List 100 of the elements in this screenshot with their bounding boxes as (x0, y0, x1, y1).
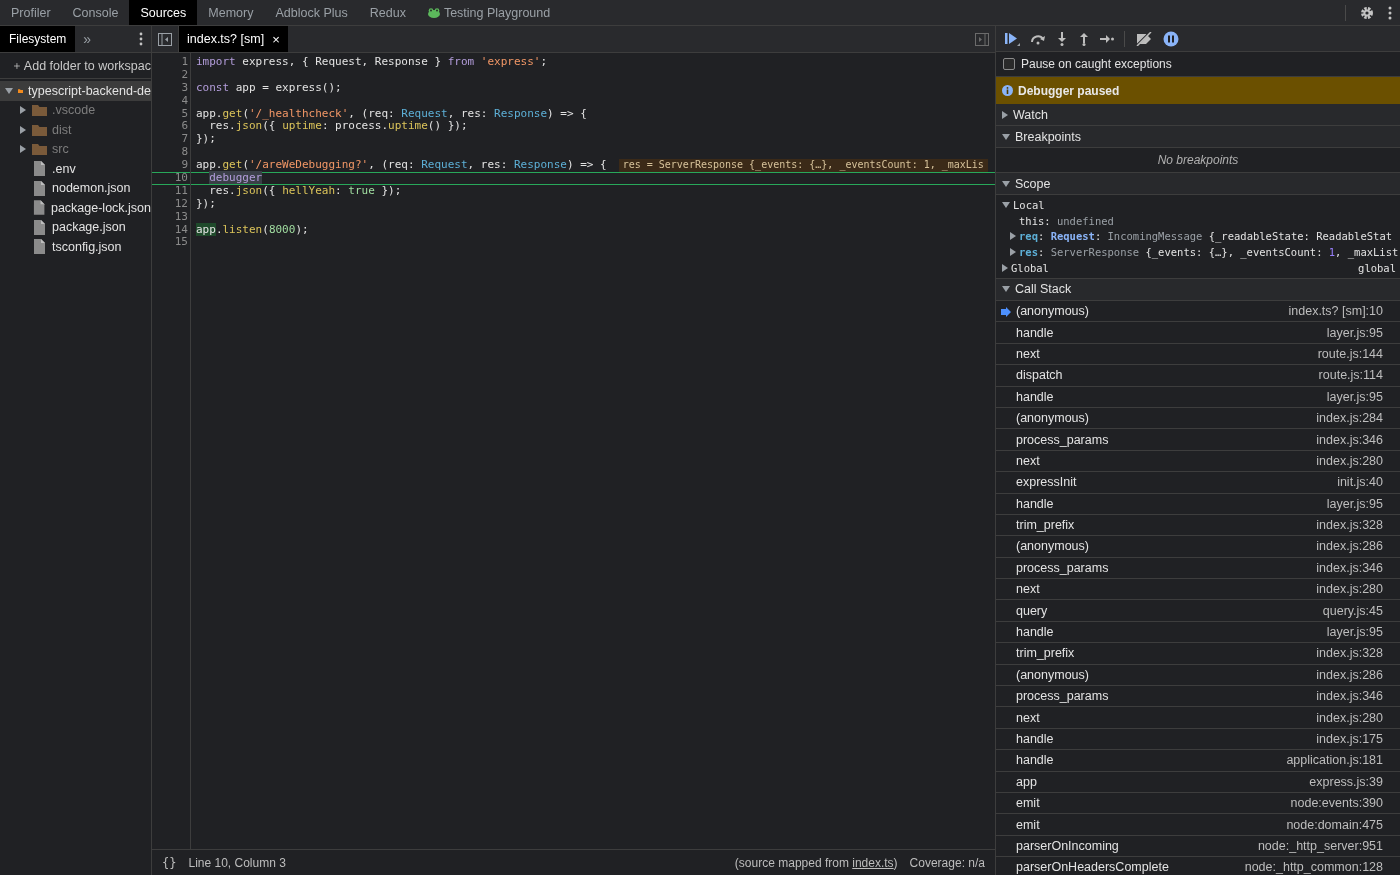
navigator-tab[interactable]: Filesystem (0, 26, 76, 52)
expand-arrow-icon[interactable] (1010, 248, 1016, 257)
function-name: process_params (1016, 560, 1109, 575)
section-header[interactable]: Breakpoints (996, 126, 1400, 148)
expand-arrow-icon[interactable] (1002, 133, 1010, 140)
call-frame[interactable]: app express.js:39 (996, 771, 1400, 793)
frame-location: index.js:286 (1316, 667, 1383, 682)
tree-item[interactable]: .env (0, 159, 151, 179)
tree-item[interactable]: package-lock.json (0, 198, 151, 218)
expand-arrow-icon[interactable] (20, 125, 26, 134)
more-tabs-button[interactable]: » (75, 26, 100, 52)
tree-item[interactable]: package.json (0, 217, 151, 237)
deactivate-breakpoints-icon[interactable] (1135, 31, 1153, 46)
call-frame[interactable]: process_params index.js:346 (996, 557, 1400, 580)
panel-tab[interactable]: Adblock Plus (264, 0, 359, 25)
expand-arrow-icon[interactable] (1002, 180, 1010, 187)
call-frame[interactable]: handle application.js:181 (996, 750, 1400, 772)
call-frame[interactable]: emit node:domain:475 (996, 814, 1400, 836)
call-frame[interactable]: (anonymous) index.js:286 (996, 536, 1400, 558)
file-tab[interactable]: index.ts? [sm] × (179, 26, 288, 52)
call-frame[interactable]: next index.js:280 (996, 450, 1400, 473)
call-frame[interactable]: trim_prefix index.js:328 (996, 514, 1400, 537)
call-frame[interactable]: next index.js:280 (996, 579, 1400, 601)
panel-tab[interactable]: Redux (358, 0, 417, 25)
tree-item[interactable]: nodemon.json (0, 178, 151, 198)
call-frame[interactable]: trim_prefix index.js:328 (996, 643, 1400, 665)
panel-tab[interactable]: Testing Playground (416, 0, 562, 25)
more-icon[interactable] (1388, 5, 1392, 20)
tree-item[interactable]: dist (0, 120, 151, 140)
code-line: app.listen(8000); (196, 223, 309, 237)
frame-location: index.js:346 (1316, 560, 1383, 575)
call-frame[interactable]: process_params index.js:346 (996, 686, 1400, 708)
checkbox[interactable] (1003, 58, 1015, 70)
call-frame[interactable]: process_params index.js:346 (996, 429, 1400, 451)
resume-icon[interactable] (1004, 31, 1020, 46)
more-icon[interactable] (139, 32, 143, 46)
call-frame[interactable]: parserOnIncoming node:_http_server:951 (996, 835, 1400, 858)
plus-icon[interactable] (14, 60, 20, 71)
call-frame[interactable]: (anonymous) index.js:284 (996, 407, 1400, 430)
scope-name[interactable]: Local (1013, 198, 1045, 211)
call-frame[interactable]: handle layer.js:95 (996, 386, 1400, 408)
step-out-icon[interactable] (1078, 31, 1090, 46)
call-frame[interactable]: next index.js:280 (996, 707, 1400, 729)
scope-name[interactable]: Global (1011, 262, 1049, 275)
call-frame[interactable]: emit node:events:390 (996, 792, 1400, 815)
panel-tab[interactable]: Profiler (0, 0, 62, 25)
pause-on-exceptions-icon[interactable] (1163, 30, 1179, 47)
function-name: query (1016, 603, 1048, 618)
function-name: next (1016, 582, 1040, 597)
expand-arrow-icon[interactable] (20, 106, 26, 115)
folder-icon (32, 104, 47, 117)
call-frame[interactable]: (anonymous) index.ts? [sm]:10 (996, 301, 1400, 323)
frame-location: node:_http_common:128 (1244, 860, 1383, 875)
call-frame[interactable]: handle layer.js:95 (996, 322, 1400, 344)
pretty-print-button[interactable]: {} (162, 855, 177, 870)
tree-item[interactable]: .vscode (0, 100, 151, 120)
line-number: 1 (180, 56, 189, 69)
sidebar-toggle-icon[interactable] (975, 32, 989, 46)
line-number: 14 (173, 223, 189, 237)
call-frame[interactable]: handle layer.js:95 (996, 493, 1400, 515)
scope-variable[interactable]: this: undefined (1019, 214, 1114, 227)
step-into-icon[interactable] (1056, 31, 1068, 46)
function-name: dispatch (1016, 368, 1063, 383)
call-frame[interactable]: handle index.js:175 (996, 728, 1400, 751)
tree-item[interactable]: src (0, 139, 151, 159)
tree-item[interactable]: tsconfig.json (0, 237, 151, 257)
expand-arrow-icon[interactable] (1002, 201, 1010, 208)
source-link[interactable]: index.ts (852, 855, 894, 870)
code-line: const app = express(); (196, 81, 342, 95)
step-over-icon[interactable] (1030, 32, 1046, 45)
call-frame[interactable]: query query.js:45 (996, 600, 1400, 622)
panel-tab[interactable]: Console (61, 0, 130, 25)
expand-arrow-icon[interactable] (1002, 286, 1010, 293)
scope-variable[interactable]: res: ServerResponse {_events: {…}, _eventsCount: 1, _maxList (1019, 246, 1399, 259)
call-frame[interactable]: dispatch route.js:114 (996, 365, 1400, 387)
panel-tab[interactable]: Sources (129, 0, 198, 25)
section-header[interactable]: Scope (996, 173, 1400, 195)
code-line: app.get('/_healthcheck', (req: Request, res: Response) => { (196, 107, 587, 121)
call-frame[interactable]: parserOnHeadersComplete node:_http_common:128 (996, 857, 1400, 875)
settings-icon[interactable] (1360, 5, 1374, 20)
expand-arrow-icon[interactable] (1002, 264, 1008, 273)
expand-arrow-icon[interactable] (1002, 110, 1008, 119)
add-folder-link[interactable]: Add folder to workspac (23, 58, 151, 73)
code-line: }); (196, 197, 216, 211)
call-frame[interactable]: (anonymous) index.js:286 (996, 664, 1400, 686)
tree-item[interactable]: typescript-backend-de (0, 81, 151, 101)
panel-tab[interactable]: Memory (197, 0, 265, 25)
call-frame[interactable]: expressInit init.js:40 (996, 472, 1400, 494)
scope-variable[interactable]: req: Request: IncomingMessage {_readableState: ReadableStat (1019, 230, 1393, 243)
function-name: handle (1016, 496, 1054, 511)
expand-arrow-icon[interactable] (1010, 232, 1016, 241)
section-header[interactable]: Call Stack (996, 279, 1400, 301)
sidebar-toggle-icon[interactable] (158, 32, 172, 46)
step-icon[interactable] (1100, 33, 1114, 44)
section-header[interactable]: Watch (996, 104, 1400, 126)
call-frame[interactable]: handle layer.js:95 (996, 621, 1400, 644)
expand-arrow-icon[interactable] (20, 145, 26, 154)
close-button[interactable]: × (272, 31, 280, 47)
frame-location: init.js:40 (1337, 475, 1383, 490)
call-frame[interactable]: next route.js:144 (996, 343, 1400, 366)
